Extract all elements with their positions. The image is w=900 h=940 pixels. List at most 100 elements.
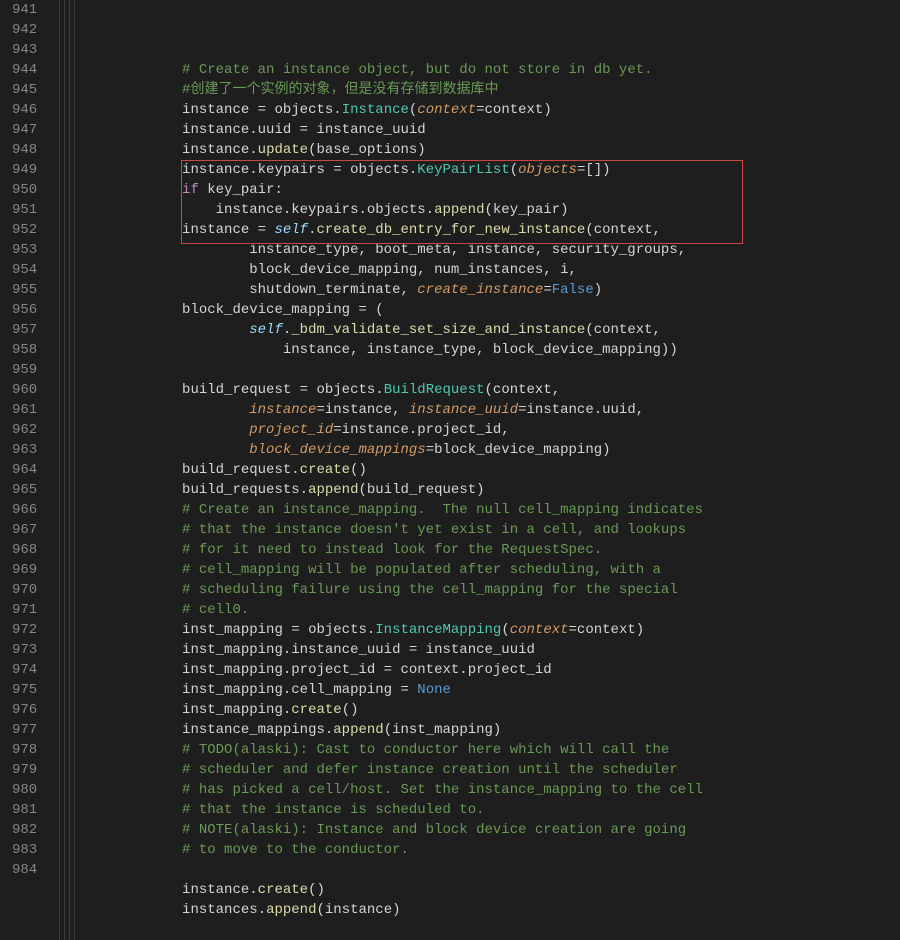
line-number: 952 bbox=[12, 220, 37, 240]
code-line[interactable]: # cell_mapping will be populated after s… bbox=[81, 560, 703, 580]
code-line[interactable]: shutdown_terminate, create_instance=Fals… bbox=[81, 280, 703, 300]
code-token: # NOTE(alaski): Instance and block devic… bbox=[182, 822, 686, 838]
line-number: 955 bbox=[12, 280, 37, 300]
code-token: Instance bbox=[342, 102, 409, 118]
line-number: 967 bbox=[12, 520, 37, 540]
code-line[interactable]: # cell0. bbox=[81, 600, 703, 620]
code-token: self bbox=[249, 322, 283, 338]
code-token: # cell_mapping will be populated after s… bbox=[182, 562, 661, 578]
code-token: block_device_mappings bbox=[249, 442, 425, 458]
code-line[interactable]: # Create an instance object, but do not … bbox=[81, 60, 703, 80]
code-line[interactable]: instance.create() bbox=[81, 880, 703, 900]
line-number: 956 bbox=[12, 300, 37, 320]
code-token: #创建了一个实例的对象，但是没有存储到数据库中 bbox=[182, 82, 498, 98]
code-token: =context) bbox=[569, 622, 645, 638]
line-number: 976 bbox=[12, 700, 37, 720]
code-area[interactable]: # Create an instance object, but do not … bbox=[77, 0, 703, 940]
code-token: _bdm_validate_set_size_and_instance bbox=[291, 322, 585, 338]
code-line[interactable]: instance.keypairs.objects.append(key_pai… bbox=[81, 200, 703, 220]
code-token: () bbox=[342, 702, 359, 718]
code-line[interactable]: instance = self.create_db_entry_for_new_… bbox=[81, 220, 703, 240]
code-token: =instance.project_id, bbox=[333, 422, 509, 438]
line-number: 965 bbox=[12, 480, 37, 500]
line-number: 946 bbox=[12, 100, 37, 120]
code-line[interactable]: build_request.create() bbox=[81, 460, 703, 480]
code-line[interactable]: self._bdm_validate_set_size_and_instance… bbox=[81, 320, 703, 340]
code-line[interactable]: block_device_mapping, num_instances, i, bbox=[81, 260, 703, 280]
code-token: # that the instance doesn't yet exist in… bbox=[182, 522, 686, 538]
code-token: () bbox=[308, 882, 325, 898]
code-token: (context, bbox=[585, 322, 661, 338]
code-token: =instance, bbox=[316, 402, 408, 418]
code-token: inst_mapping = objects. bbox=[182, 622, 375, 638]
code-token: context bbox=[417, 102, 476, 118]
line-number: 979 bbox=[12, 760, 37, 780]
code-line[interactable]: # for it need to instead look for the Re… bbox=[81, 540, 703, 560]
code-line[interactable]: if key_pair: bbox=[81, 180, 703, 200]
code-line[interactable]: # that the instance is scheduled to. bbox=[81, 800, 703, 820]
code-line[interactable]: inst_mapping.instance_uuid = instance_uu… bbox=[81, 640, 703, 660]
code-token: create_db_entry_for_new_instance bbox=[316, 222, 585, 238]
code-line[interactable]: instances.append(instance) bbox=[81, 900, 703, 920]
code-line[interactable]: instance.update(base_options) bbox=[81, 140, 703, 160]
code-token: context bbox=[510, 622, 569, 638]
line-number: 966 bbox=[12, 500, 37, 520]
line-number: 970 bbox=[12, 580, 37, 600]
code-line[interactable]: instance_mappings.append(inst_mapping) bbox=[81, 720, 703, 740]
code-line[interactable]: # to move to the conductor. bbox=[81, 840, 703, 860]
code-token: (instance) bbox=[316, 902, 400, 918]
line-number: 975 bbox=[12, 680, 37, 700]
code-line[interactable]: #创建了一个实例的对象，但是没有存储到数据库中 bbox=[81, 80, 703, 100]
line-number: 981 bbox=[12, 800, 37, 820]
code-line[interactable] bbox=[81, 920, 703, 940]
code-token: InstanceMapping bbox=[375, 622, 501, 638]
code-line[interactable]: inst_mapping = objects.InstanceMapping(c… bbox=[81, 620, 703, 640]
code-line[interactable]: inst_mapping.create() bbox=[81, 700, 703, 720]
line-number: 978 bbox=[12, 740, 37, 760]
line-number: 960 bbox=[12, 380, 37, 400]
line-number: 962 bbox=[12, 420, 37, 440]
code-line[interactable]: block_device_mappings=block_device_mappi… bbox=[81, 440, 703, 460]
code-line[interactable]: inst_mapping.cell_mapping = None bbox=[81, 680, 703, 700]
indent-ruler bbox=[69, 0, 70, 940]
line-number: 944 bbox=[12, 60, 37, 80]
code-line[interactable]: instance.keypairs = objects.KeyPairList(… bbox=[81, 160, 703, 180]
code-token: None bbox=[417, 682, 451, 698]
code-line[interactable]: build_requests.append(build_request) bbox=[81, 480, 703, 500]
code-line[interactable]: inst_mapping.project_id = context.projec… bbox=[81, 660, 703, 680]
code-line[interactable]: # NOTE(alaski): Instance and block devic… bbox=[81, 820, 703, 840]
code-line[interactable]: instance_type, boot_meta, instance, secu… bbox=[81, 240, 703, 260]
code-line[interactable]: instance, instance_type, block_device_ma… bbox=[81, 340, 703, 360]
code-line[interactable]: project_id=instance.project_id, bbox=[81, 420, 703, 440]
code-token: ( bbox=[501, 622, 509, 638]
code-line[interactable]: instance=instance, instance_uuid=instanc… bbox=[81, 400, 703, 420]
code-token: update bbox=[258, 142, 308, 158]
line-number: 964 bbox=[12, 460, 37, 480]
line-number: 947 bbox=[12, 120, 37, 140]
code-token: create bbox=[258, 882, 308, 898]
code-line[interactable]: # scheduling failure using the cell_mapp… bbox=[81, 580, 703, 600]
line-number: 983 bbox=[12, 840, 37, 860]
code-token: =instance.uuid, bbox=[518, 402, 644, 418]
code-line[interactable] bbox=[81, 860, 703, 880]
code-line[interactable]: build_request = objects.BuildRequest(con… bbox=[81, 380, 703, 400]
code-editor[interactable]: 9419429439449459469479489499509519529539… bbox=[0, 0, 900, 940]
code-token: # Create an instance object, but do not … bbox=[182, 62, 652, 78]
code-line[interactable]: block_device_mapping = ( bbox=[81, 300, 703, 320]
code-token: (context, bbox=[485, 382, 561, 398]
code-line[interactable]: # has picked a cell/host. Set the instan… bbox=[81, 780, 703, 800]
code-token: (build_request) bbox=[359, 482, 485, 498]
code-token: . bbox=[283, 322, 291, 338]
code-line[interactable] bbox=[81, 360, 703, 380]
line-number: 941 bbox=[12, 0, 37, 20]
code-token: objects bbox=[518, 162, 577, 178]
line-number: 972 bbox=[12, 620, 37, 640]
code-line[interactable]: # that the instance doesn't yet exist in… bbox=[81, 520, 703, 540]
line-number: 973 bbox=[12, 640, 37, 660]
code-line[interactable]: # Create an instance_mapping. The null c… bbox=[81, 500, 703, 520]
code-token: inst_mapping.cell_mapping = bbox=[182, 682, 417, 698]
code-line[interactable]: # scheduler and defer instance creation … bbox=[81, 760, 703, 780]
code-line[interactable]: instance = objects.Instance(context=cont… bbox=[81, 100, 703, 120]
code-line[interactable]: # TODO(alaski): Cast to conductor here w… bbox=[81, 740, 703, 760]
code-line[interactable]: instance.uuid = instance_uuid bbox=[81, 120, 703, 140]
